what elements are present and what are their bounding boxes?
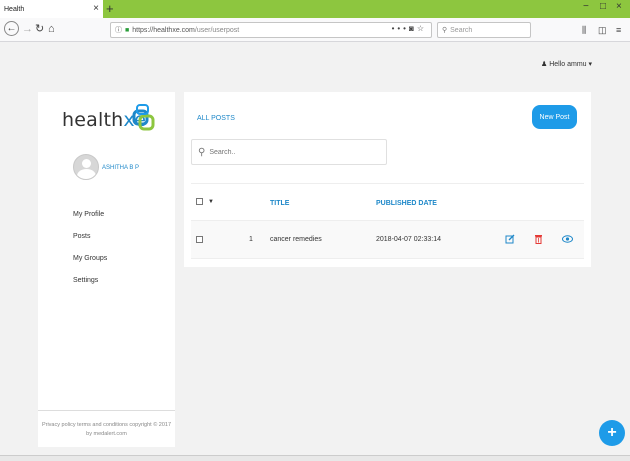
avatar[interactable] [73, 154, 99, 180]
footer-line-2: by medalert.com [86, 431, 127, 437]
sidebar-item-posts[interactable]: Posts [73, 233, 91, 240]
greeting-text: Hello ammu [549, 61, 587, 68]
logo-mark-icon [132, 104, 155, 131]
pocket-icon[interactable]: ◙ [409, 24, 417, 33]
select-all-checkbox[interactable] [196, 198, 203, 205]
tab-close-icon[interactable]: × [93, 3, 99, 14]
caret-down-icon[interactable]: ▼ [208, 199, 214, 205]
library-icon[interactable]: ⫼ [582, 23, 586, 37]
info-icon[interactable]: ⓘ [115, 25, 122, 35]
browser-search-placeholder: Search [450, 26, 473, 34]
forward-icon[interactable]: → [22, 22, 33, 36]
footer-line-1: Privacy policy terms and conditions copy… [41, 422, 172, 428]
url-domain: https://healthxe.com [132, 26, 195, 34]
edit-icon[interactable] [505, 234, 515, 244]
new-tab-button[interactable]: + [106, 1, 114, 17]
column-published-date[interactable]: PUBLISHED DATE [376, 200, 437, 207]
window-close-icon[interactable]: × [616, 1, 622, 12]
browser-tab-bar: Health × + − □ × [0, 0, 630, 18]
user-menu[interactable]: ♟ Hello ammu ▾ [541, 60, 592, 68]
view-icon[interactable] [562, 235, 573, 243]
url-path: /user/userpost [194, 26, 240, 34]
browser-search-field[interactable]: ⚲ Search [437, 22, 531, 38]
sidebar-item-my-profile[interactable]: My Profile [73, 211, 104, 218]
lock-icon: ■ [125, 26, 130, 34]
search-icon: ⚲ [198, 146, 206, 158]
search-icon: ⚲ [442, 27, 448, 34]
floating-add-button[interactable]: + [599, 420, 625, 446]
table-header: ▼ TITLE PUBLISHED DATE [191, 183, 584, 221]
delete-icon[interactable] [534, 234, 543, 244]
section-title: ALL POSTS [197, 115, 235, 122]
row-index: 1 [249, 236, 253, 243]
row-title: cancer remedies [270, 236, 322, 243]
sidebar-item-my-groups[interactable]: My Groups [73, 255, 107, 262]
page-actions-icon[interactable]: ••• [392, 24, 409, 33]
sidebar-item-settings[interactable]: Settings [73, 277, 98, 284]
user-icon: ♟ [541, 61, 548, 68]
tab-title: Health [4, 5, 25, 13]
row-checkbox[interactable] [196, 236, 203, 243]
menu-icon[interactable]: ≡ [616, 23, 621, 37]
browser-nav-bar: ← → ↻ ⌂ ⓘ ■ https://healthxe.com/user/us… [0, 18, 630, 42]
url-bar[interactable]: ⓘ ■ https://healthxe.com/user/userpost •… [110, 22, 432, 38]
chevron-down-icon: ▾ [588, 61, 593, 68]
logo-text: health [62, 109, 124, 131]
sidebar-toggle-icon[interactable]: ◫ [598, 23, 607, 37]
row-published-date: 2018-04-07 02:33:14 [376, 236, 441, 243]
sidebar-footer: Privacy policy terms and conditions copy… [38, 410, 175, 439]
browser-tab[interactable]: Health × [0, 0, 103, 18]
username[interactable]: ASHITHA B P [102, 165, 139, 171]
post-search-input[interactable] [209, 148, 370, 156]
column-title[interactable]: TITLE [270, 200, 289, 207]
home-icon[interactable]: ⌂ [48, 22, 55, 36]
bookmark-star-icon[interactable]: ☆ [417, 24, 427, 33]
status-bar [0, 455, 630, 461]
minimize-icon[interactable]: − [583, 1, 589, 12]
sidebar: healthxe ASHITHA B P My Profile Posts My… [38, 92, 175, 447]
new-post-button[interactable]: New Post [532, 105, 577, 129]
posts-panel: ALL POSTS New Post ⚲ ▼ TITLE PUBLISHED D… [184, 92, 591, 267]
reload-icon[interactable]: ↻ [35, 22, 44, 36]
maximize-icon[interactable]: □ [600, 1, 606, 12]
post-search-field[interactable]: ⚲ [191, 139, 387, 165]
back-icon[interactable]: ← [4, 21, 19, 36]
table-row: 1 cancer remedies 2018-04-07 02:33:14 [191, 221, 584, 259]
